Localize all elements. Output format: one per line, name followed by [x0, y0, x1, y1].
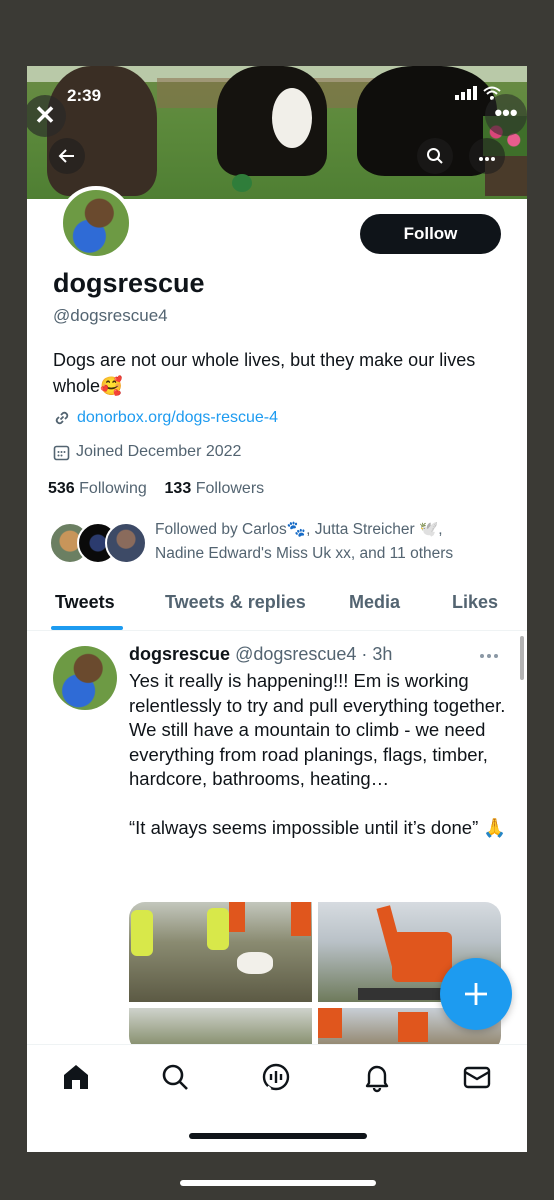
- spaces-icon: [262, 1063, 290, 1093]
- overflow-button[interactable]: [469, 138, 505, 174]
- search-button[interactable]: [417, 138, 453, 174]
- nav-search[interactable]: [159, 1061, 193, 1095]
- tab-likes[interactable]: Likes: [452, 592, 498, 613]
- tweet-text: Yes it really is happening!!! Em is work…: [129, 670, 507, 838]
- compose-button[interactable]: [440, 958, 512, 1030]
- system-home-indicator: [180, 1180, 376, 1186]
- nav-spaces[interactable]: [260, 1061, 294, 1095]
- mail-icon: [463, 1066, 491, 1089]
- tweet-author[interactable]: dogsrescue: [129, 644, 230, 664]
- tweet-avatar[interactable]: [53, 646, 117, 710]
- search-icon: [162, 1064, 188, 1090]
- bell-icon: [365, 1065, 389, 1093]
- active-tab-indicator: [51, 626, 123, 630]
- calendar-icon: [53, 445, 70, 460]
- profile-tabs: Tweets Tweets & replies Media Likes: [27, 586, 527, 631]
- status-more-button[interactable]: •••: [485, 94, 527, 136]
- signal-icon: [455, 86, 477, 100]
- following-label: Following: [79, 480, 147, 497]
- followed-by-row[interactable]: Followed by Carlos🐾, Jutta Streicher 🕊️,…: [49, 518, 509, 568]
- nav-messages[interactable]: [461, 1061, 495, 1095]
- profile-name: dogsrescue: [53, 268, 205, 298]
- nav-notifications[interactable]: [361, 1061, 395, 1095]
- app-window: ✕ 2:39 ••• Follow dogsrescue @dogsrescue…: [27, 66, 527, 1152]
- profile-link-row[interactable]: donorbox.org/dogs-rescue-4: [53, 409, 278, 427]
- tweet-header: dogsrescue @dogsrescue4 · 3h: [129, 644, 392, 665]
- following-count: 536: [48, 480, 75, 497]
- nav-home[interactable]: [60, 1061, 94, 1095]
- more-icon: [480, 654, 498, 658]
- plus-icon: [465, 983, 487, 1005]
- followed-by-text: Followed by Carlos🐾, Jutta Streicher 🕊️,…: [155, 521, 454, 562]
- bottom-nav: [27, 1044, 527, 1152]
- search-icon: [427, 148, 443, 164]
- tab-media[interactable]: Media: [349, 592, 400, 613]
- more-icon: •••: [494, 100, 518, 125]
- tab-tweets-replies[interactable]: Tweets & replies: [165, 592, 306, 613]
- more-icon: [479, 157, 495, 161]
- link-icon: [55, 411, 69, 425]
- back-button[interactable]: [49, 138, 85, 174]
- followers-stat[interactable]: 133 Followers: [165, 480, 265, 497]
- home-icon: [64, 1065, 88, 1089]
- profile-handle: @dogsrescue4: [53, 306, 168, 325]
- followers-count: 133: [164, 480, 192, 497]
- joined-row: Joined December 2022: [53, 443, 241, 461]
- status-bar: ✕ 2:39 •••: [27, 86, 527, 137]
- arrow-left-icon: [58, 149, 74, 163]
- follow-stats: 536 Following 133 Followers: [48, 480, 264, 498]
- tweet-photo[interactable]: [129, 902, 312, 1002]
- close-icon: ✕: [34, 100, 56, 130]
- follow-button[interactable]: Follow: [360, 214, 501, 254]
- tweet-more-button[interactable]: [479, 642, 499, 665]
- profile-link[interactable]: donorbox.org/dogs-rescue-4: [77, 409, 278, 427]
- tab-tweets[interactable]: Tweets: [55, 592, 115, 613]
- joined-date: Joined December 2022: [76, 443, 242, 460]
- following-stat[interactable]: 536 Following: [48, 480, 147, 497]
- tweet-handle-time: @dogsrescue4 · 3h: [235, 644, 393, 664]
- profile-avatar[interactable]: [59, 186, 133, 260]
- profile-bio: Dogs are not our whole lives, but they m…: [53, 350, 476, 396]
- status-time: 2:39: [67, 86, 102, 105]
- followers-label: Followers: [195, 480, 265, 497]
- follower-avatar: [105, 522, 147, 564]
- home-indicator: [189, 1133, 367, 1139]
